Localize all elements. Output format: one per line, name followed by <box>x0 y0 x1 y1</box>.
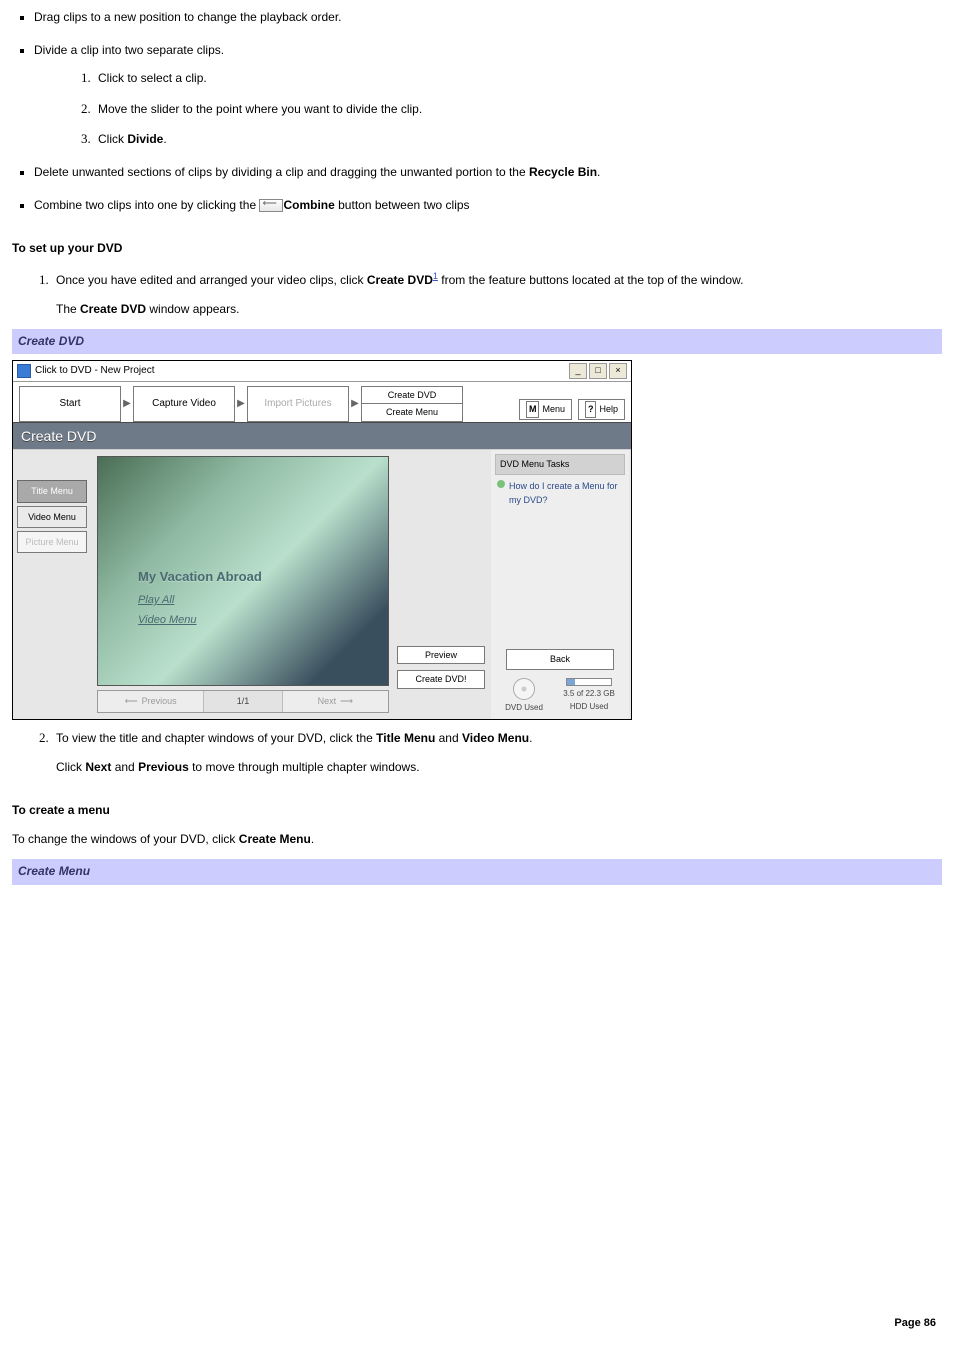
divide-step-2: Move the slider to the point where you w… <box>94 99 942 119</box>
bullet-divide-lead: Divide a clip into two separate clips. <box>34 43 224 57</box>
step-start[interactable]: Start <box>19 386 121 422</box>
setup-step-2d: Video Menu <box>462 731 529 745</box>
tab-video-menu[interactable]: Video Menu <box>17 506 87 528</box>
hdd-used-label: HDD Used <box>563 701 615 714</box>
help-button-label: Help <box>599 402 618 416</box>
tasks-heading: DVD Menu Tasks <box>495 454 625 474</box>
step-create-dvd[interactable]: Create DVD <box>361 386 463 404</box>
back-button[interactable]: Back <box>506 649 614 669</box>
help-tag-icon: ? <box>585 401 597 417</box>
setup-step-2-after-a: Click <box>56 760 85 774</box>
caption-create-menu: Create Menu <box>12 859 942 884</box>
section-title: Create DVD <box>13 422 631 450</box>
menu-button[interactable]: M Menu <box>519 399 572 419</box>
step-capture-video[interactable]: Capture Video <box>133 386 235 422</box>
setup-step-1-after-a: The <box>56 302 80 316</box>
setup-step-2-after-e: to move through multiple chapter windows… <box>189 760 420 774</box>
setup-step-2c: and <box>435 731 462 745</box>
setup-step-1-after-c: window appears. <box>146 302 239 316</box>
setup-step-2-after-d: Previous <box>138 760 189 774</box>
task-link-how-create-menu[interactable]: How do I create a Menu for my DVD? <box>495 475 625 512</box>
setup-step-1c: from the feature buttons located at the … <box>438 273 744 287</box>
bullet-delete: Delete unwanted sections of clips by div… <box>34 163 942 182</box>
pager-previous[interactable]: ⟵Previous <box>98 691 204 711</box>
tab-picture-menu: Picture Menu <box>17 531 87 553</box>
divide-step-3b: Divide <box>127 132 163 146</box>
bullet-drag: Drag clips to a new position to change t… <box>34 8 942 27</box>
heading-setup-dvd: To set up your DVD <box>12 239 942 258</box>
pager-previous-label: Previous <box>142 694 177 708</box>
bullet-combine-b: Combine <box>283 198 334 212</box>
setup-step-2: To view the title and chapter windows of… <box>52 728 942 777</box>
help-button[interactable]: ? Help <box>578 399 625 419</box>
dvd-menu-preview: My Vacation Abroad Play All Video Menu <box>97 456 389 686</box>
bullet-divide: Divide a clip into two separate clips. C… <box>34 41 942 149</box>
tab-title-menu[interactable]: Title Menu <box>17 480 87 502</box>
setup-step-2a: To view the title and chapter windows of… <box>56 731 376 745</box>
bullet-combine-a: Combine two clips into one by clicking t… <box>34 198 259 212</box>
pager-count: 1/1 <box>204 691 282 711</box>
setup-step-2-after-c: and <box>111 760 138 774</box>
bullet-combine-c: button between two clips <box>335 198 470 212</box>
create-menu-lead-b: Create Menu <box>239 832 311 846</box>
chevron-right-icon: ▶ <box>235 386 247 422</box>
maximize-button[interactable]: □ <box>589 363 607 379</box>
setup-step-1b: Create DVD <box>367 273 433 287</box>
dvd-used-label: DVD Used <box>505 702 543 715</box>
hdd-bar-icon <box>566 678 612 686</box>
preview-button[interactable]: Preview <box>397 646 485 664</box>
pager-next[interactable]: Next⟶ <box>283 691 388 711</box>
page-number: Page 86 <box>12 1315 942 1333</box>
setup-step-1: Once you have edited and arranged your v… <box>52 269 942 319</box>
step-import-pictures: Import Pictures <box>247 386 349 422</box>
setup-step-1-after-b: Create DVD <box>80 302 146 316</box>
create-dvd-button[interactable]: Create DVD! <box>397 670 485 688</box>
create-menu-lead-c: . <box>311 832 314 846</box>
screenshot-create-dvd: Click to DVD - New Project _ □ × Start ▶… <box>12 360 632 720</box>
bullet-combine: Combine two clips into one by clicking t… <box>34 196 942 215</box>
combine-icon <box>259 199 283 212</box>
overlay-play-all[interactable]: Play All <box>138 592 174 610</box>
chevron-right-icon: ▶ <box>121 386 133 422</box>
overlay-video-menu[interactable]: Video Menu <box>138 612 197 630</box>
bullet-delete-c: . <box>597 165 600 179</box>
dvd-disc-icon <box>513 678 535 700</box>
setup-step-2b: Title Menu <box>376 731 435 745</box>
bullet-delete-a: Delete unwanted sections of clips by div… <box>34 165 529 179</box>
bullet-delete-b: Recycle Bin <box>529 165 597 179</box>
menu-tag-icon: M <box>526 401 540 417</box>
heading-create-menu: To create a menu <box>12 801 942 820</box>
setup-step-1a: Once you have edited and arranged your v… <box>56 273 367 287</box>
divide-step-3a: Click <box>98 132 127 146</box>
pager-next-label: Next <box>318 694 337 708</box>
chevron-right-icon: ▶ <box>349 386 361 422</box>
create-menu-lead: To change the windows of your DVD, click… <box>12 830 942 849</box>
step-create-menu[interactable]: Create Menu <box>361 404 463 421</box>
menu-button-label: Menu <box>542 402 565 416</box>
window-title: Click to DVD - New Project <box>35 363 154 379</box>
create-menu-lead-a: To change the windows of your DVD, click <box>12 832 239 846</box>
setup-step-2e: . <box>529 731 532 745</box>
close-button[interactable]: × <box>609 363 627 379</box>
divide-step-3: Click Divide. <box>94 129 942 149</box>
app-icon <box>17 364 31 378</box>
overlay-title: My Vacation Abroad <box>138 567 262 588</box>
caption-create-dvd: Create DVD <box>12 329 942 354</box>
minimize-button[interactable]: _ <box>569 363 587 379</box>
hdd-amount: 3.5 of 22.3 GB <box>563 688 615 701</box>
divide-step-1: Click to select a clip. <box>94 68 942 88</box>
setup-step-2-after-b: Next <box>85 760 111 774</box>
divide-step-3c: . <box>163 132 166 146</box>
